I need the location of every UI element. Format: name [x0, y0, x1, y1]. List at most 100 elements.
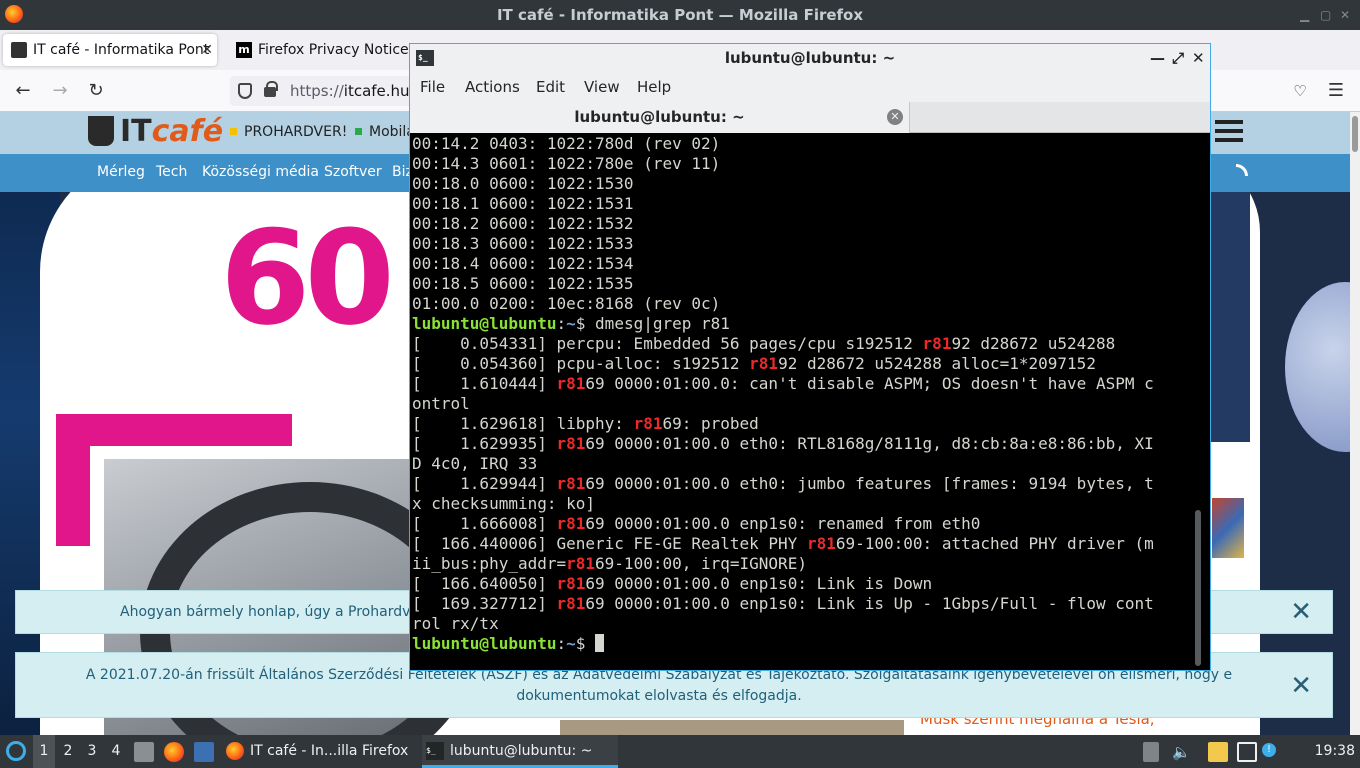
menu-help[interactable]: Help [637, 78, 671, 96]
terminal-text: 69 0000:01:00.0 enp1s0: Link is Down [585, 574, 933, 593]
reload-icon[interactable]: ↻ [83, 78, 109, 104]
firefox-icon [226, 742, 244, 760]
clock[interactable]: 19:38 [1315, 735, 1355, 768]
network-icon[interactable] [1237, 742, 1257, 762]
lock-icon[interactable] [264, 81, 278, 97]
url-bar[interactable]: https://itcafe.hu/ [230, 76, 430, 106]
nav-item-kozossegi-media[interactable]: Közösségi média [202, 164, 319, 180]
task-terminal[interactable]: $_ lubuntu@lubuntu: ~ [422, 735, 618, 768]
update-notifier-icon[interactable]: ! [1262, 743, 1276, 757]
terminal-text: 69: probed [662, 414, 759, 433]
desktop-4[interactable]: 4 [105, 735, 127, 768]
grep-match: r81 [922, 334, 952, 353]
minimize-icon[interactable]: ▁ [1300, 0, 1309, 30]
nav-item-merleg[interactable]: Mérleg [97, 164, 145, 180]
firefox-launcher-icon[interactable] [164, 742, 184, 762]
terminal-line: [ 1.629944] r8169 0000:01:00.0 eth0: jum… [412, 474, 1188, 494]
tab-close-icon[interactable]: ✕ [201, 34, 213, 66]
terminal-line: [ 0.054331] percpu: Embedded 56 pages/cp… [412, 334, 1188, 354]
header-link-mobila[interactable]: Mobila [355, 124, 415, 140]
tab-privacy-notice[interactable]: m Firefox Privacy Notice [228, 34, 413, 66]
page-scrollbar[interactable] [1350, 112, 1360, 735]
terminal-text: rol rx/tx [412, 614, 499, 633]
terminal-text: [ 166.640050] [412, 574, 557, 593]
terminal-tabbar: lubuntu@lubuntu: ~ ✕ [410, 102, 1210, 133]
file-manager-icon[interactable] [134, 742, 154, 762]
task-firefox[interactable]: IT café - In...illa Firefox [222, 735, 417, 768]
terminal-line: 00:18.5 0600: 1022:1535 [412, 274, 634, 293]
site-logo[interactable]: ITcafé [120, 114, 223, 149]
terminal-menubar: File Actions Edit View Help [410, 72, 1210, 102]
terminal-text: 69-100:00, irq=IGNORE) [595, 554, 807, 573]
terminal-text: 69 0000:01:00.0 enp1s0: renamed from eth… [585, 514, 981, 533]
tracking-shield-icon[interactable] [238, 83, 252, 99]
close-icon[interactable]: ✕ [1340, 0, 1350, 30]
hero-number: 60 [220, 202, 395, 354]
terminal-minimize-icon[interactable]: — [1150, 44, 1165, 72]
terminal-text: 92 d28672 u524288 alloc=1*2097152 [778, 354, 1096, 373]
tab-label: IT café - Informatika Pont [33, 42, 210, 58]
terminal-text: [ 1.629935] [412, 434, 557, 453]
menu-edit[interactable]: Edit [536, 78, 565, 96]
site-menu-icon[interactable] [1215, 120, 1243, 142]
terminal-scrollbar-thumb[interactable] [1195, 510, 1201, 666]
green-square-icon [355, 128, 362, 135]
terminal-tab-close-icon[interactable]: ✕ [887, 109, 903, 125]
terminal-maximize-icon[interactable]: ⤢ [1172, 44, 1184, 72]
desktop-1[interactable]: 1 [33, 735, 55, 768]
menu-actions[interactable]: Actions [465, 78, 520, 96]
terminal-text: 69 0000:01:00.0 eth0: jumbo features [fr… [585, 474, 1154, 493]
terminal-line: 01:00.0 0200: 10ec:8168 (rev 0c) [412, 294, 721, 313]
terminal-text: 69 0000:01:00.0: can't disable ASPM; OS … [585, 374, 1154, 393]
taskbar: 1 2 3 4 IT café - In...illa Firefox $_ l… [0, 735, 1360, 768]
terminal-text: [ 0.054360] pcpu-alloc: s192512 [412, 354, 750, 373]
nav-item-szoftver[interactable]: Szoftver [324, 164, 382, 180]
terminal-text: D 4c0, IRQ 33 [412, 454, 538, 473]
tab-itcafe[interactable]: IT café - Informatika Pont ✕ [3, 34, 217, 66]
hamburger-menu-icon[interactable]: ☰ [1323, 78, 1349, 104]
terminal-cursor [595, 634, 605, 652]
show-desktop-icon[interactable] [194, 742, 214, 762]
article-thumbnail[interactable] [1212, 498, 1244, 558]
terminal-tab[interactable]: lubuntu@lubuntu: ~ ✕ [410, 102, 910, 133]
terminal-output[interactable]: 00:14.2 0403: 1022:780d (rev 02) 00:14.3 … [412, 134, 1188, 670]
nav-item-tech[interactable]: Tech [156, 164, 187, 180]
lubuntu-start-menu-icon[interactable] [6, 741, 26, 761]
prompt-separator: : [556, 314, 567, 333]
terminal-text: ii_bus:phy_addr= [412, 554, 567, 573]
terminal-window: $_ lubuntu@lubuntu: ~ — ⤢ ✕ File Actions… [409, 43, 1211, 671]
maximize-icon[interactable]: ▢ [1320, 0, 1331, 30]
removable-drive-icon[interactable] [1143, 742, 1159, 762]
terminal-text: x checksumming: ko] [412, 494, 596, 513]
cookie-banner-close-icon[interactable]: ✕ [1290, 599, 1312, 625]
grep-match: r81 [556, 374, 586, 393]
mozilla-favicon-icon: m [236, 42, 252, 58]
terminal-line: [ 1.629935] r8169 0000:01:00.0 eth0: RTL… [412, 434, 1188, 454]
terminal-titlebar[interactable]: $_ lubuntu@lubuntu: ~ — ⤢ ✕ [410, 44, 1210, 72]
terminal-scrollbar[interactable] [1188, 134, 1210, 670]
prompt-user: lubuntu@lubuntu [412, 634, 557, 653]
header-link-prohardver[interactable]: PROHARDVER! [230, 124, 347, 140]
back-arrow-icon[interactable]: ← [10, 78, 36, 104]
side-image [1210, 192, 1250, 442]
menu-file[interactable]: File [420, 78, 445, 96]
forward-arrow-icon[interactable]: → [47, 78, 73, 104]
terminal-close-icon[interactable]: ✕ [1192, 44, 1205, 72]
terminal-line: 00:18.0 0600: 1022:1530 [412, 174, 634, 193]
article-photo-strip [560, 720, 904, 735]
globe-image [1285, 282, 1350, 452]
terminal-text: [ 1.629944] [412, 474, 557, 493]
grep-match: r81 [633, 414, 663, 433]
grep-match: r81 [749, 354, 779, 373]
volume-icon[interactable]: 🔈 [1172, 742, 1192, 762]
menu-view[interactable]: View [584, 78, 620, 96]
terminal-text: [ 1.666008] [412, 514, 557, 533]
page-scrollbar-thumb[interactable] [1352, 116, 1358, 152]
pocket-icon[interactable]: ♡ [1287, 78, 1313, 104]
terms-banner-close-icon[interactable]: ✕ [1290, 673, 1312, 699]
desktop-2[interactable]: 2 [57, 735, 79, 768]
rss-icon[interactable] [1236, 164, 1248, 176]
clipboard-icon[interactable] [1208, 742, 1228, 762]
desktop-3[interactable]: 3 [81, 735, 103, 768]
firefox-titlebar: IT café - Informatika Pont — Mozilla Fir… [0, 0, 1360, 30]
